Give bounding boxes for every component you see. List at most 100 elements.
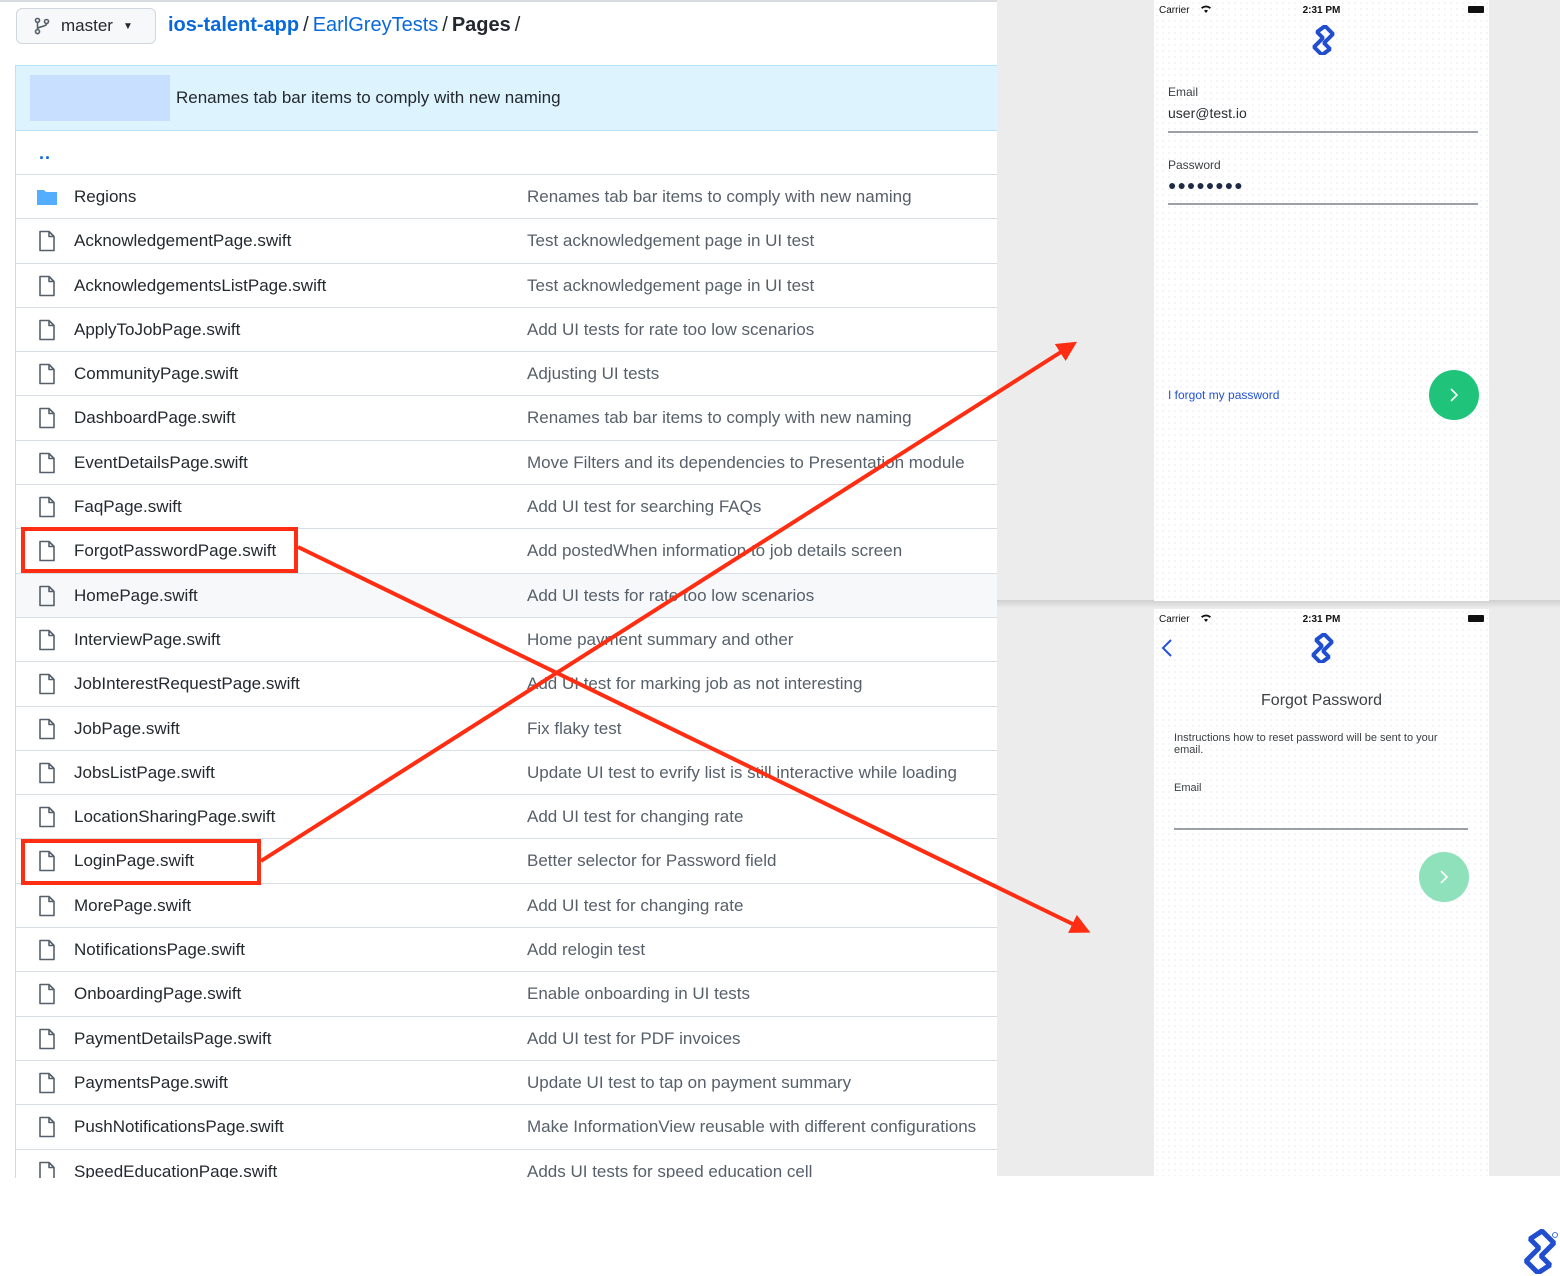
file-name-link[interactable]: CommunityPage.swift (74, 364, 238, 384)
commit-message-link[interactable]: Make InformationView reusable with diffe… (527, 1117, 976, 1137)
file-name-link[interactable]: JobInterestRequestPage.swift (74, 674, 300, 694)
breadcrumb-repo-link[interactable]: ios-talent-app (168, 14, 299, 36)
file-icon (39, 452, 55, 474)
file-name-link[interactable]: PaymentsPage.swift (74, 1073, 228, 1093)
parent-directory-row[interactable]: .. (16, 131, 997, 175)
commit-message-link[interactable]: Add UI tests for rate too low scenarios (527, 320, 814, 340)
file-name-link[interactable]: EventDetailsPage.swift (74, 453, 248, 473)
commit-message-link[interactable]: Test acknowledgement page in UI test (527, 231, 814, 251)
toptal-logo-icon (1311, 633, 1334, 663)
file-name-link[interactable]: PushNotificationsPage.swift (74, 1117, 284, 1137)
table-row[interactable]: AcknowledgementsListPage.swift Test ackno… (16, 264, 997, 308)
login-submit-button[interactable] (1429, 370, 1479, 420)
file-icon (39, 851, 55, 872)
table-row[interactable]: JobsListPage.swift Update UI test to evri… (16, 751, 997, 796)
commit-message-link[interactable]: Renames tab bar items to comply with new… (527, 187, 912, 207)
file-name-link[interactable]: JobsListPage.swift (74, 763, 215, 783)
caret-down-icon: ▼ (122, 20, 133, 32)
parent-directory-link[interactable]: .. (39, 143, 51, 164)
commit-message-link[interactable]: Add UI test for changing rate (527, 807, 743, 827)
file-name-link[interactable]: OnboardingPage.swift (74, 984, 241, 1004)
email-field[interactable]: user@test.io (1168, 105, 1247, 121)
breadcrumb-folder-link[interactable]: EarlGreyTests (313, 14, 439, 36)
table-row[interactable]: LocationSharingPage.swift Add UI test for… (16, 795, 997, 840)
file-name-link[interactable]: FaqPage.swift (74, 497, 182, 517)
commit-message-link[interactable]: Update UI test to tap on payment summary (527, 1073, 851, 1093)
table-row[interactable]: LoginPage.swift Better selector for Passw… (16, 839, 997, 884)
file-name-link[interactable]: SpeedEducationPage.swift (74, 1162, 277, 1178)
file-icon (39, 762, 55, 784)
table-row[interactable]: DashboardPage.swift Renames tab bar items… (16, 396, 997, 441)
commit-message-link[interactable]: Add relogin test (527, 940, 645, 960)
commit-message-link[interactable]: Update UI test to evrify list is still i… (527, 763, 957, 783)
file-name-link[interactable]: MorePage.swift (74, 896, 191, 916)
file-name-link[interactable]: NotificationsPage.swift (74, 940, 245, 960)
file-name-link[interactable]: AcknowledgementPage.swift (74, 231, 291, 251)
file-icon (39, 895, 55, 917)
table-row[interactable]: JobPage.swift Fix flaky test (16, 707, 997, 751)
file-name-link[interactable]: PaymentDetailsPage.swift (74, 1029, 271, 1049)
password-field[interactable]: ●●●●●●●● (1168, 177, 1244, 193)
file-name-link[interactable]: DashboardPage.swift (74, 408, 236, 428)
file-name-link[interactable]: Regions (74, 187, 136, 207)
commit-message-link[interactable]: Add postedWhen information to job detail… (527, 541, 902, 561)
commit-message-link[interactable]: Better selector for Password field (527, 851, 776, 871)
table-row[interactable]: ApplyToJobPage.swift Add UI tests for rat… (16, 308, 997, 353)
forgot-password-link[interactable]: I forgot my password (1168, 388, 1279, 402)
breadcrumb: ios-talent-app / EarlGreyTests / Pages / (168, 14, 521, 36)
commit-message-link[interactable]: Home payment summary and other (527, 630, 793, 650)
table-row[interactable]: HomePage.swift Add UI tests for rate too … (16, 573, 997, 618)
commit-message-link[interactable]: Add UI test for searching FAQs (527, 497, 761, 517)
commit-message-link[interactable]: Adjusting UI tests (527, 364, 659, 384)
commit-message-link[interactable]: Add UI test for marking job as not inter… (527, 674, 862, 694)
file-name-link[interactable]: HomePage.swift (74, 586, 198, 606)
branch-selector-button[interactable]: master ▼ (16, 8, 156, 44)
table-row[interactable]: MorePage.swift Add UI test for changing r… (16, 884, 997, 929)
email-field[interactable] (1174, 828, 1468, 830)
file-name-link[interactable]: JobPage.swift (74, 719, 180, 739)
branch-name: master (61, 16, 113, 35)
file-name-link[interactable]: LocationSharingPage.swift (74, 807, 275, 827)
commit-message-link[interactable]: Move Filters and its dependencies to Pre… (527, 453, 965, 473)
file-name-link[interactable]: InterviewPage.swift (74, 630, 220, 650)
commit-message-link[interactable]: Adds UI tests for speed education cell (527, 1162, 812, 1178)
status-bar: Carrier 2:31 PM (1154, 0, 1489, 20)
table-row[interactable]: PaymentDetailsPage.swift Add UI test for … (16, 1017, 997, 1061)
file-name-link[interactable]: AcknowledgementsListPage.swift (74, 276, 326, 296)
status-time: 2:31 PM (1302, 614, 1341, 625)
chevron-left-icon[interactable] (1160, 637, 1174, 659)
file-icon (39, 806, 55, 828)
table-row[interactable]: ForgotPasswordPage.swift Add postedWhen i… (16, 529, 997, 574)
latest-commit-message[interactable]: Renames tab bar items to comply with new… (176, 88, 561, 108)
commit-message-link[interactable]: Add UI test for changing rate (527, 896, 743, 916)
table-row[interactable]: PaymentsPage.swift Update UI test to tap … (16, 1061, 997, 1106)
status-time: 2:31 PM (1302, 5, 1341, 16)
table-row[interactable]: JobInterestRequestPage.swift Add UI test … (16, 662, 997, 707)
status-bar: Carrier 2:31 PM (1154, 609, 1489, 629)
file-icon (39, 230, 55, 252)
file-name-link[interactable]: ApplyToJobPage.swift (74, 320, 240, 340)
file-icon (39, 984, 55, 1005)
table-row[interactable]: AcknowledgementPage.swift Test acknowledg… (16, 219, 997, 264)
email-label: Email (1174, 782, 1202, 794)
commit-message-link[interactable]: Enable onboarding in UI tests (527, 984, 750, 1004)
table-row[interactable]: CommunityPage.swift Adjusting UI tests (16, 352, 997, 397)
table-row[interactable]: SpeedEducationPage.swift Adds UI tests fo… (16, 1150, 997, 1178)
password-label: Password (1168, 158, 1221, 172)
forgot-password-screen: Carrier 2:31 PM Forgot Password Instruct… (1154, 609, 1489, 1176)
table-row[interactable]: FaqPage.swift Add UI test for searching F… (16, 485, 997, 530)
table-row[interactable]: EventDetailsPage.swift Move Filters and i… (16, 441, 997, 486)
commit-message-link[interactable]: Test acknowledgement page in UI test (527, 276, 814, 296)
commit-message-link[interactable]: Renames tab bar items to comply with new… (527, 408, 912, 428)
table-row[interactable]: OnboardingPage.swift Enable onboarding in… (16, 972, 997, 1017)
commit-message-link[interactable]: Fix flaky test (527, 719, 621, 739)
table-row[interactable]: PushNotificationsPage.swift Make Informat… (16, 1105, 997, 1150)
table-row[interactable]: InterviewPage.swift Home payment summary … (16, 618, 997, 663)
table-row[interactable]: NotificationsPage.swift Add relogin test (16, 928, 997, 973)
file-name-link[interactable]: LoginPage.swift (74, 851, 194, 871)
table-row[interactable]: Regions Renames tab bar items to comply w… (16, 175, 997, 220)
commit-message-link[interactable]: Add UI test for PDF invoices (527, 1029, 741, 1049)
commit-message-link[interactable]: Add UI tests for rate too low scenarios (527, 586, 814, 606)
reset-submit-button[interactable] (1419, 852, 1469, 902)
file-name-link[interactable]: ForgotPasswordPage.swift (74, 541, 276, 561)
